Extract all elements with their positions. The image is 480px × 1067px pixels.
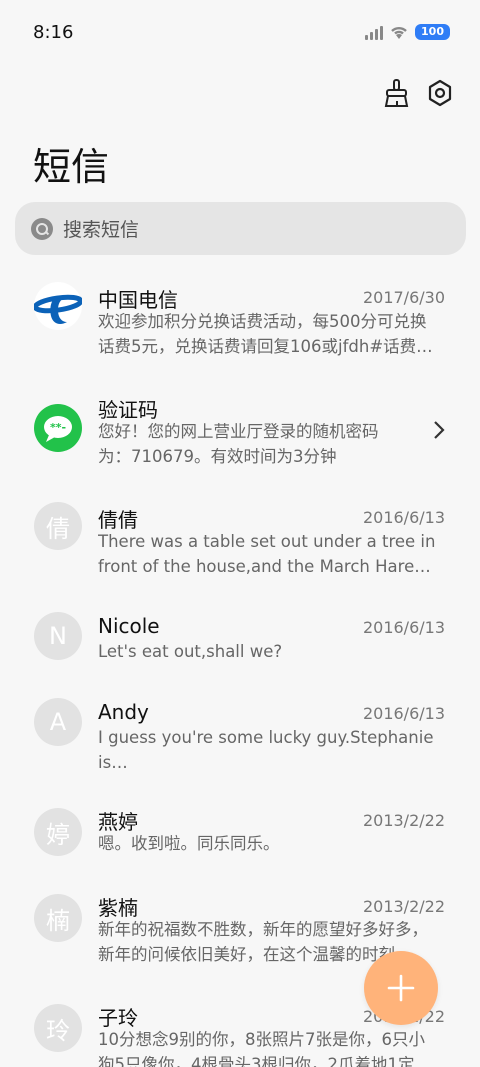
list-item[interactable]: **- 验证码 您好！您的网上营业厅登录的随机密码 为：710679。有效时间为… <box>0 380 480 484</box>
message-bubble-icon: **- <box>44 416 72 442</box>
contact-name: 紫楠 <box>98 896 138 920</box>
top-actions <box>382 76 454 110</box>
signal-icon <box>365 24 384 40</box>
settings-button[interactable] <box>426 76 454 110</box>
chevron-right-icon <box>434 421 445 439</box>
message-preview: There was a table set out under a tree i… <box>98 532 436 576</box>
contact-name: 倩倩 <box>98 508 138 532</box>
new-message-button[interactable] <box>364 951 438 1025</box>
list-item[interactable]: 中国电信 2017/6/30 欢迎参加积分兑换话费活动，每500分可兑换 话费5… <box>0 270 480 374</box>
list-item[interactable]: A Andy 2016/6/13 I guess you're some luc… <box>0 686 480 790</box>
status-bar: 8:16 100 <box>0 0 480 68</box>
avatar: 婷 <box>34 808 82 856</box>
message-preview: I guess you're some lucky guy.Stephanie … <box>98 728 434 772</box>
contact-name: Nicole <box>98 614 160 638</box>
message-preview: 嗯。收到啦。同乐同乐。 <box>98 834 280 853</box>
message-preview: 10分想念9别的你，8张照片7张是你，6只小 狗5只像你，4根骨头3根归你，2爪… <box>98 1030 425 1067</box>
avatar: A <box>34 698 82 746</box>
message-preview: Let's eat out,shall we? <box>98 642 283 661</box>
avatar: **- <box>34 404 82 452</box>
contact-name: Andy <box>98 700 149 724</box>
clean-button[interactable] <box>382 76 410 110</box>
message-date: 2013/2/22 <box>362 811 445 830</box>
message-date: 2016/6/13 <box>362 508 445 527</box>
plus-icon <box>387 974 415 1002</box>
contact-name: 燕婷 <box>98 810 138 834</box>
message-date: 2013/2/22 <box>362 897 445 916</box>
search-placeholder: 搜索短信 <box>63 219 140 241</box>
contact-name: 验证码 <box>98 398 158 422</box>
broom-icon <box>384 79 409 107</box>
page-title: 短信 <box>33 145 110 189</box>
avatar <box>34 282 82 330</box>
china-telecom-logo-icon <box>34 294 82 324</box>
avatar: 玲 <box>34 1004 82 1052</box>
svg-text:**-: **- <box>50 421 66 434</box>
message-date: 2016/6/13 <box>362 704 445 723</box>
avatar: 倩 <box>34 502 82 550</box>
message-date: 2016/6/13 <box>362 618 445 637</box>
list-item[interactable]: 婷 燕婷 2013/2/22 嗯。收到啦。同乐同乐。 <box>0 796 480 876</box>
gear-icon <box>428 79 452 107</box>
contact-name: 中国电信 <box>98 288 178 312</box>
message-preview: 您好！您的网上营业厅登录的随机密码 为：710679。有效时间为3分钟 <box>98 422 379 466</box>
avatar: 楠 <box>34 894 82 942</box>
battery-indicator: 100 <box>415 24 450 40</box>
avatar: N <box>34 612 82 660</box>
search-icon <box>31 217 53 240</box>
message-date: 2017/6/30 <box>362 288 445 307</box>
search-bar[interactable]: 搜索短信 <box>15 202 466 255</box>
status-icons: 100 <box>365 24 450 40</box>
status-time: 8:16 <box>33 22 74 43</box>
contact-name: 子玲 <box>98 1006 138 1030</box>
wifi-icon <box>391 26 407 39</box>
list-item[interactable]: 倩 倩倩 2016/6/13 There was a table set out… <box>0 490 480 594</box>
message-preview: 欢迎参加积分兑换话费活动，每500分可兑换 话费5元，兑换话费请回复106或jf… <box>98 312 433 356</box>
list-item[interactable]: N Nicole 2016/6/13 Let's eat out,shall w… <box>0 600 480 680</box>
